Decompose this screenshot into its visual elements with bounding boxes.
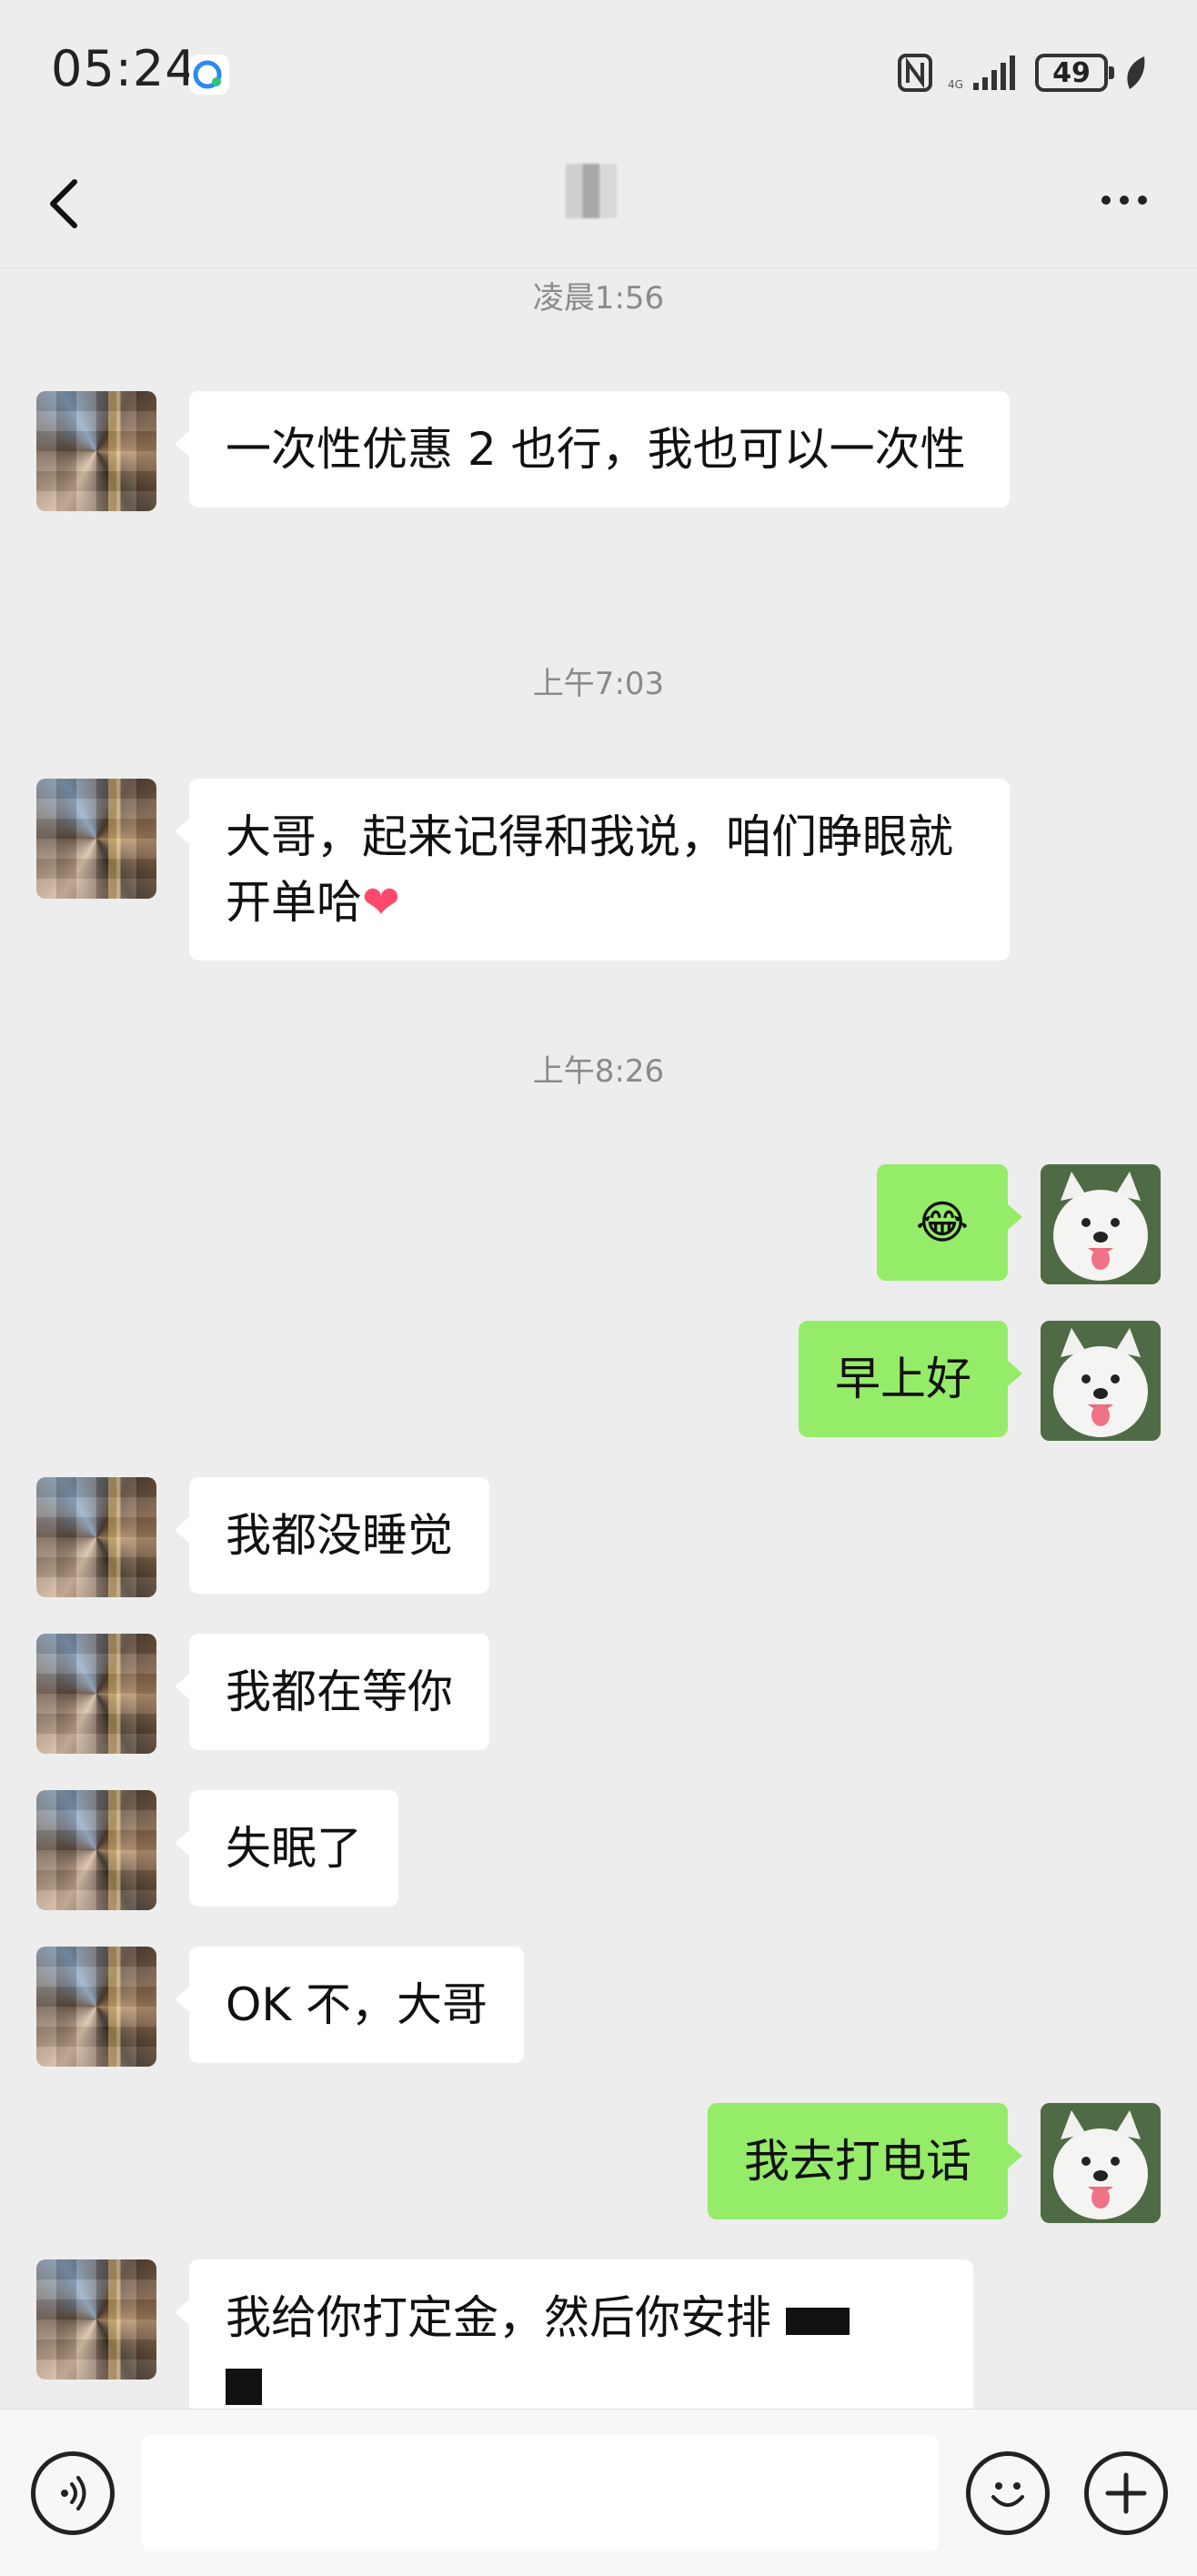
redaction-mark [785, 2307, 850, 2335]
my-avatar[interactable] [1041, 1321, 1161, 1441]
incoming-message-bubble[interactable]: 失眠了 [175, 1790, 398, 1907]
message-text: 失眠了 [226, 1822, 362, 1875]
notification-app-icon [189, 55, 229, 95]
samoyed-avatar-icon [1041, 2103, 1161, 2223]
contact-avatar[interactable] [36, 2259, 156, 2380]
nav-bar [0, 136, 1197, 268]
plus-icon [1105, 2472, 1147, 2514]
nfc-icon [898, 54, 932, 92]
back-button[interactable] [36, 164, 100, 236]
timestamp: 上午7:03 [532, 666, 665, 702]
incoming-message-bubble[interactable]: 我都没睡觉 [175, 1477, 489, 1594]
contact-avatar[interactable] [36, 779, 156, 899]
contact-avatar[interactable] [36, 1477, 156, 1597]
redaction-mark [226, 2368, 262, 2405]
my-avatar[interactable] [1041, 1164, 1161, 1284]
emoji-button[interactable] [966, 2451, 1050, 2535]
incoming-message-bubble[interactable]: OK 不，大哥 [174, 1947, 525, 2063]
incoming-message-bubble[interactable]: 一次性优惠 2 也行，我也可以一次性 [175, 391, 1010, 508]
contact-avatar[interactable] [36, 1790, 156, 1910]
chevron-left-icon [50, 179, 77, 228]
status-time: 05:24 [51, 40, 197, 97]
message-text: 早上好 [835, 1353, 971, 1405]
network-label: 4G [948, 78, 963, 91]
voice-input-button[interactable] [31, 2451, 115, 2535]
message-text: 我都在等你 [226, 1665, 453, 1718]
message-input[interactable] [142, 2435, 939, 2551]
laughing-emoji-icon: 😂 [915, 1196, 970, 1249]
message-text: 我给你打定金，然后你安排 [226, 2291, 771, 2344]
chat-message-list[interactable]: 凌晨1:56 一次性优惠 2 也行，我也可以一次性 上午7:03 大哥，起来记得… [0, 269, 1197, 2409]
outgoing-message-bubble[interactable]: 😂 [877, 1164, 1022, 1281]
samoyed-avatar-icon [1041, 1321, 1161, 1441]
more-options-button[interactable] [1088, 173, 1161, 227]
timestamp: 凌晨1:56 [532, 280, 665, 317]
incoming-message-bubble[interactable]: 我给你打定金，然后你安排 [175, 2259, 973, 2409]
status-bar: 05:24 4G 49 [0, 0, 1197, 136]
voice-icon [61, 2476, 86, 2511]
chat-title-redacted [566, 164, 617, 218]
message-text: 我都没睡觉 [226, 1509, 453, 1562]
outgoing-message-bubble[interactable]: 早上好 [799, 1321, 1022, 1437]
eco-leaf-icon [1127, 56, 1145, 89]
outgoing-message-bubble[interactable]: 我去打电话 [708, 2103, 1022, 2219]
message-text: 一次性优惠 2 也行，我也可以一次性 [226, 423, 966, 476]
message-text: OK 不，大哥 [226, 1978, 488, 2031]
emoji-icon [991, 2482, 1024, 2507]
more-dot [1120, 196, 1129, 205]
samoyed-avatar-icon [1041, 1164, 1161, 1284]
input-bar [0, 2409, 1197, 2576]
heart-emoji-icon: ❤ [362, 876, 400, 929]
contact-avatar[interactable] [36, 1947, 156, 2067]
contact-avatar[interactable] [36, 391, 156, 511]
more-dot [1138, 196, 1147, 205]
more-functions-button[interactable] [1084, 2451, 1168, 2535]
battery-indicator: 49 [1035, 54, 1114, 92]
message-text: 大哥，起来记得和我说，咱们睁眼就开单哈 [226, 810, 953, 929]
incoming-message-bubble[interactable]: 我都在等你 [175, 1634, 489, 1750]
timestamp: 上午8:26 [532, 1053, 665, 1090]
battery-level: 49 [1052, 56, 1091, 89]
contact-avatar[interactable] [36, 1634, 156, 1754]
signal-icon: 4G [948, 55, 1015, 91]
incoming-message-bubble[interactable]: 大哥，起来记得和我说，咱们睁眼就开单哈❤ [175, 779, 1010, 961]
my-avatar[interactable] [1041, 2103, 1161, 2223]
message-text: 我去打电话 [744, 2135, 971, 2188]
more-horizontal-icon [1101, 196, 1111, 205]
